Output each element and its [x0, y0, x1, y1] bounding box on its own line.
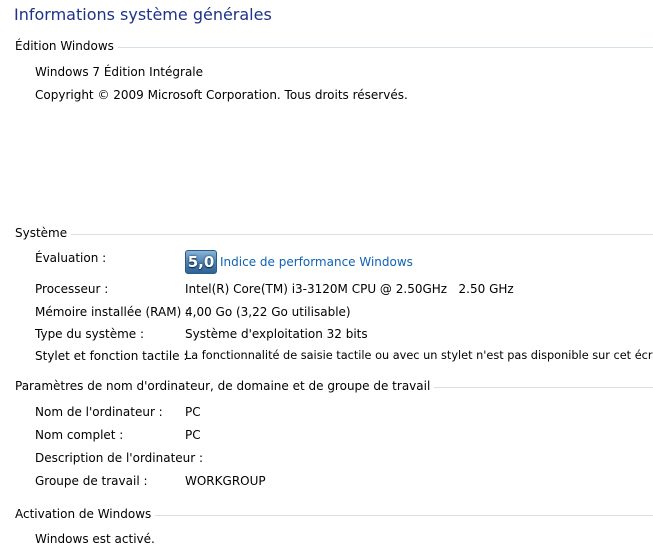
activation-status: Windows est activé. [35, 532, 155, 546]
processor-label: Processeur : [35, 282, 109, 296]
computer-description-label: Description de l'ordinateur : [35, 451, 204, 465]
rating-label: Évaluation : [35, 251, 107, 265]
windows-edition-name: Windows 7 Édition Intégrale [35, 65, 204, 79]
system-type-label: Type du système : [35, 327, 145, 341]
section-windows-edition: Édition Windows [15, 38, 653, 54]
section-divider [71, 233, 653, 235]
system-type-value: Système d'exploitation 32 bits [185, 327, 368, 341]
workgroup-value: WORKGROUP [185, 474, 266, 488]
section-heading: Paramètres de nom d'ordinateur, de domai… [15, 379, 431, 393]
section-heading: Édition Windows [15, 39, 114, 53]
section-divider [117, 46, 653, 48]
processor-value: Intel(R) Core(TM) i3-3120M CPU @ 2.50GHz… [185, 282, 514, 296]
page-title: Informations système générales [14, 5, 272, 24]
ram-value: 4,00 Go (3,22 Go utilisable) [185, 305, 351, 319]
pen-touch-label: Stylet et fonction tactile : [35, 349, 188, 363]
section-heading: Activation de Windows [15, 507, 152, 521]
workgroup-label: Groupe de travail : [35, 474, 148, 488]
ram-label: Mémoire installée (RAM) : [35, 305, 190, 319]
section-system: Système [15, 225, 653, 241]
performance-score-badge[interactable]: 5,0 [185, 250, 217, 274]
full-name-label: Nom complet : [35, 428, 124, 442]
section-computer-name: Paramètres de nom d'ordinateur, de domai… [15, 378, 653, 394]
computer-name-value: PC [185, 405, 201, 419]
section-heading: Système [15, 226, 68, 240]
performance-index-link[interactable]: Indice de performance Windows [220, 255, 413, 269]
section-divider [155, 514, 653, 516]
section-divider [434, 386, 653, 388]
copyright-text: Copyright © 2009 Microsoft Corporation. … [35, 88, 408, 102]
pen-touch-value: La fonctionnalité de saisie tactile ou a… [185, 349, 653, 362]
full-name-value: PC [185, 428, 201, 442]
section-activation: Activation de Windows [15, 506, 653, 522]
computer-name-label: Nom de l'ordinateur : [35, 405, 163, 419]
